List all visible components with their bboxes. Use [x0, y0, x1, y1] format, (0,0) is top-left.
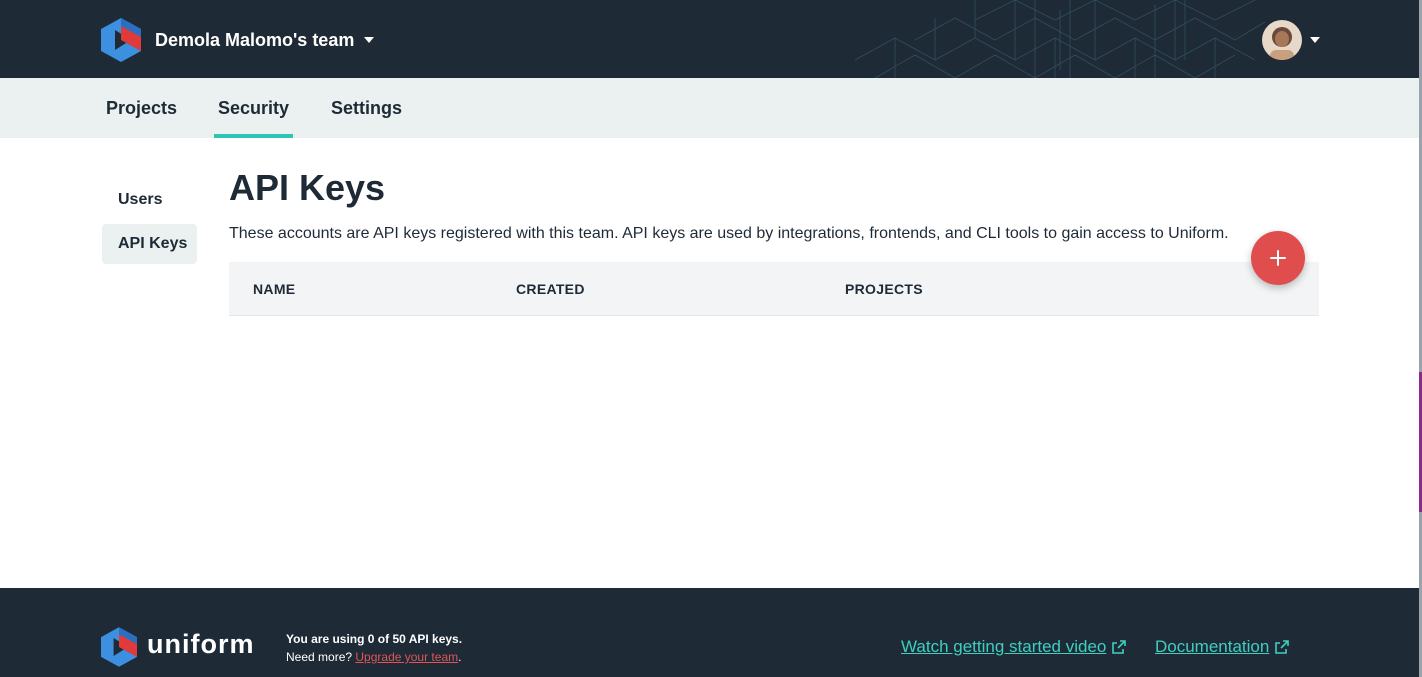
header-decorative-pattern [855, 0, 1265, 78]
need-more-text: Need more? [286, 650, 353, 664]
avatar [1262, 20, 1302, 60]
footer: uniform You are using 0 of 50 API keys. … [0, 588, 1422, 677]
user-avatar-icon [1262, 20, 1302, 60]
top-header: Demola Malomo's team [0, 0, 1422, 78]
add-api-key-button[interactable] [1251, 231, 1305, 285]
tab-projects[interactable]: Projects [106, 78, 177, 138]
main-tabs: Projects Security Settings [0, 78, 1422, 138]
uniform-logo-icon[interactable] [101, 18, 141, 62]
need-more-line: Need more? Upgrade your team. [286, 648, 462, 666]
team-switcher[interactable]: Demola Malomo's team [155, 28, 375, 52]
user-menu-chevron-icon [1310, 37, 1320, 43]
external-link-icon [1275, 640, 1290, 654]
footer-brand: uniform [147, 629, 255, 659]
api-keys-table-header: NAME CREATED PROJECTS [229, 262, 1319, 316]
page-description: These accounts are API keys registered w… [229, 225, 1229, 242]
user-menu[interactable] [1262, 20, 1320, 60]
tab-security[interactable]: Security [213, 78, 294, 138]
sidebar-item-users[interactable]: Users [102, 180, 197, 220]
security-sidebar: Users API Keys [102, 180, 197, 268]
tab-settings[interactable]: Settings [331, 78, 402, 138]
column-header-created[interactable]: CREATED [516, 262, 585, 316]
upgrade-team-link[interactable]: Upgrade your team [355, 650, 458, 664]
column-header-projects[interactable]: PROJECTS [845, 262, 923, 316]
column-header-name[interactable]: NAME [253, 262, 295, 316]
sidebar-item-api-keys[interactable]: API Keys [102, 224, 197, 264]
chevron-down-icon [364, 37, 375, 43]
external-link-icon [1112, 640, 1127, 654]
team-name: Demola Malomo's team [155, 29, 355, 50]
api-key-usage: You are using 0 of 50 API keys. Need mor… [286, 630, 462, 666]
watch-video-link[interactable]: Watch getting started video [901, 637, 1127, 657]
plus-icon [1270, 250, 1286, 266]
documentation-link[interactable]: Documentation [1155, 637, 1290, 657]
usage-text: You are using 0 of 50 API keys. [286, 632, 463, 646]
uniform-logo-icon [101, 627, 137, 667]
watch-video-label: Watch getting started video [901, 637, 1107, 656]
page-title: API Keys [229, 167, 386, 208]
documentation-label: Documentation [1155, 637, 1270, 656]
period-text: . [458, 650, 462, 664]
